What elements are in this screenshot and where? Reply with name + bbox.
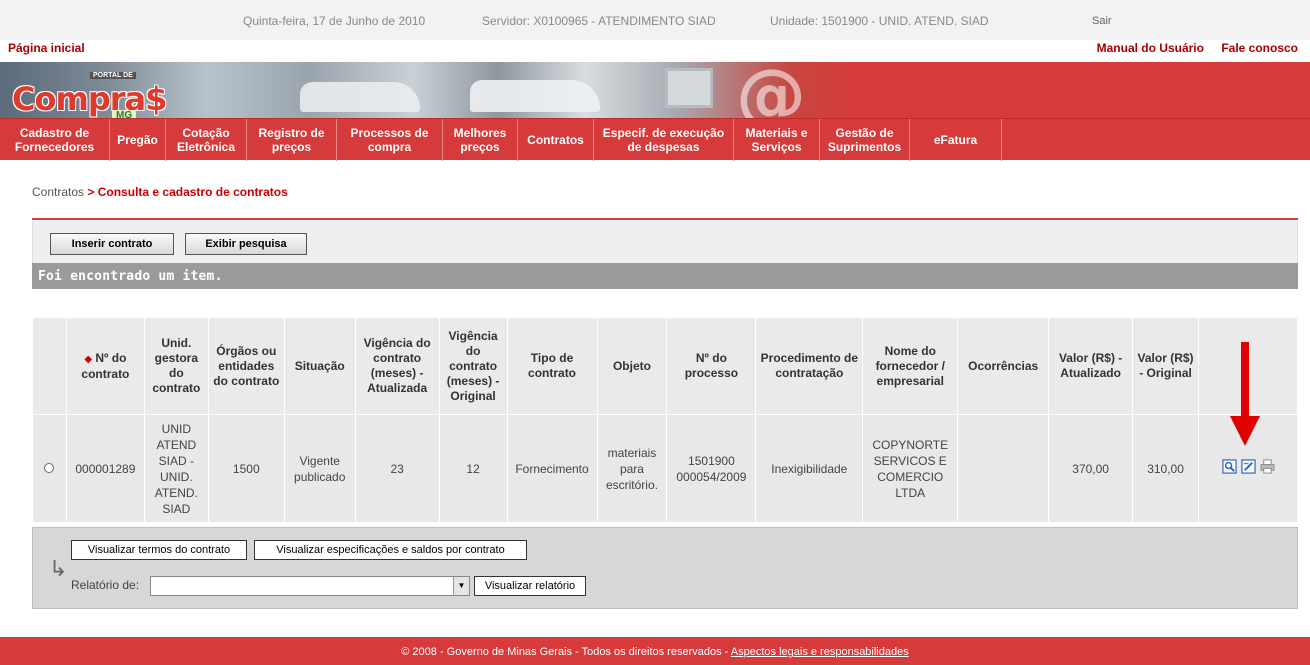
logo-state: MG bbox=[112, 110, 137, 118]
legal-link[interactable]: Aspectos legais e responsabilidades bbox=[731, 646, 909, 658]
monitor-image bbox=[665, 68, 713, 108]
logo-name: Compra$ bbox=[12, 80, 167, 118]
menu-registro-precos[interactable]: Registro de preços bbox=[247, 119, 337, 161]
action-bar: Inserir contrato Exibir pesquisa bbox=[32, 221, 1298, 263]
row-select-radio[interactable] bbox=[44, 462, 55, 473]
divider-line bbox=[32, 218, 1298, 220]
insert-contract-button[interactable]: Inserir contrato bbox=[50, 233, 174, 255]
cell-object: materiais para escritório. bbox=[596, 414, 668, 523]
current-date: Quinta-feira, 17 de Junho de 2010 bbox=[243, 14, 426, 28]
column-header-supplier: Nome do fornecedor / empresarial bbox=[862, 317, 959, 415]
select-column-header bbox=[32, 317, 67, 415]
main-menu: Cadastro de Fornecedores Pregão Cotação El… bbox=[0, 118, 1310, 161]
cell-organs: 1500 bbox=[207, 414, 285, 523]
header-banner: @ PORTAL DE Compra$ MG bbox=[0, 62, 1310, 118]
cell-value-updated: 370,00 bbox=[1048, 414, 1134, 523]
menu-cadastro-fornecedores[interactable]: Cadastro de Fornecedores bbox=[0, 119, 110, 161]
breadcrumb-separator: > bbox=[87, 185, 95, 199]
menu-pregao[interactable]: Pregão bbox=[110, 119, 166, 161]
cell-vigencia-atualizada: 23 bbox=[354, 414, 440, 523]
footer-text: © 2008 - Governo de Minas Gerais - Todos… bbox=[401, 646, 731, 658]
column-header-occurrences: Ocorrências bbox=[957, 317, 1050, 415]
logout-link[interactable]: Sair bbox=[1092, 15, 1112, 27]
menu-materiais-servicos[interactable]: Materiais e Serviços bbox=[734, 119, 820, 161]
header-links: Manual do Usuário Fale conosco bbox=[1083, 41, 1298, 55]
portal-logo[interactable]: PORTAL DE Compra$ MG bbox=[8, 70, 168, 118]
menu-gestao-suprimentos[interactable]: Gestão de Suprimentos bbox=[820, 119, 910, 161]
contact-link[interactable]: Fale conosco bbox=[1221, 41, 1298, 55]
report-label: Relatório de: bbox=[71, 578, 140, 592]
view-specifications-button[interactable]: Visualizar especificações e saldos por c… bbox=[254, 540, 527, 560]
menu-melhores-precos[interactable]: Melhores preços bbox=[443, 119, 518, 161]
view-icon[interactable] bbox=[1221, 459, 1237, 474]
contract-actions-panel: ↳ Visualizar termos do contrato Visualiz… bbox=[32, 527, 1298, 609]
column-header-vigencia-original: Vigência do contrato (meses) - Original bbox=[438, 317, 508, 415]
menu-efatura[interactable]: eFatura bbox=[910, 119, 1002, 161]
result-count-bar: Foi encontrado um item. bbox=[32, 263, 1298, 289]
unit-info: Unidade: 1501900 - UNID. ATEND. SIAD bbox=[770, 14, 989, 28]
car-image bbox=[470, 80, 600, 112]
report-select[interactable]: ▼ bbox=[150, 576, 470, 596]
cell-supplier: COPYNORTE SERVICOS E COMERCIO LTDA bbox=[862, 414, 959, 523]
menu-especif-execucao[interactable]: Especif. de execução de despesas bbox=[594, 119, 734, 161]
column-header-object: Objeto bbox=[596, 317, 668, 415]
cell-status: Vigente publicado bbox=[283, 414, 356, 523]
column-header-organs: Órgãos ou entidades do contrato bbox=[207, 317, 285, 415]
car-image bbox=[300, 82, 420, 112]
menu-contratos[interactable]: Contratos bbox=[518, 119, 594, 161]
server-info: Servidor: X0100965 - ATENDIMENTO SIAD bbox=[482, 14, 716, 28]
cell-unit: UNID ATEND SIAD - UNID. ATEND. SIAD bbox=[143, 414, 209, 523]
logo-portal-text: PORTAL DE bbox=[90, 72, 136, 79]
edit-icon[interactable] bbox=[1240, 459, 1256, 474]
show-search-button[interactable]: Exibir pesquisa bbox=[185, 233, 307, 255]
column-header-type: Tipo de contrato bbox=[506, 317, 598, 415]
cell-vigencia-original: 12 bbox=[438, 414, 508, 523]
view-report-button[interactable]: Visualizar relatório bbox=[474, 576, 586, 596]
cell-procedure: Inexigibilidade bbox=[755, 414, 864, 523]
chevron-down-icon[interactable]: ▼ bbox=[453, 577, 469, 595]
row-select-cell bbox=[32, 414, 67, 523]
cell-process: 1501900 000054/2009 bbox=[666, 414, 757, 523]
table-header-row: ◆ Nº do contrato Unid. gestora do contra… bbox=[32, 317, 1298, 415]
cell-value-original: 310,00 bbox=[1132, 414, 1200, 523]
column-header-value-updated: Valor (R$) - Atualizado bbox=[1048, 317, 1134, 415]
return-arrow-icon: ↳ bbox=[49, 556, 68, 581]
home-link[interactable]: Página inicial bbox=[8, 41, 85, 55]
menu-processos-compra[interactable]: Processos de compra bbox=[337, 119, 443, 161]
print-icon[interactable] bbox=[1259, 459, 1275, 474]
sort-icon[interactable]: ◆ bbox=[84, 354, 92, 365]
cell-occurrences bbox=[957, 414, 1050, 523]
column-header-procedure: Procedimento de contratação bbox=[755, 317, 864, 415]
column-header-vigencia-atualizada: Vigência do contrato (meses) - Atualizad… bbox=[354, 317, 440, 415]
cell-type: Fornecimento bbox=[506, 414, 598, 523]
top-info-bar: Quinta-feira, 17 de Junho de 2010 Servid… bbox=[0, 0, 1310, 40]
annotation-arrow-icon bbox=[1230, 342, 1260, 446]
manual-link[interactable]: Manual do Usuário bbox=[1097, 41, 1204, 55]
menu-cotacao-eletronica[interactable]: Cotação Eletrônica bbox=[166, 119, 247, 161]
column-header-contract-no[interactable]: ◆ Nº do contrato bbox=[65, 317, 145, 415]
breadcrumb: Contratos > Consulta e cadastro de contr… bbox=[32, 185, 288, 199]
breadcrumb-current: Consulta e cadastro de contratos bbox=[97, 185, 288, 199]
column-header-value-original: Valor (R$) - Original bbox=[1132, 317, 1200, 415]
view-contract-terms-button[interactable]: Visualizar termos do contrato bbox=[71, 540, 247, 560]
breadcrumb-parent[interactable]: Contratos bbox=[32, 185, 84, 199]
column-header-unit: Unid. gestora do contrato bbox=[143, 317, 209, 415]
table-row: 000001289 UNID ATEND SIAD - UNID. ATEND.… bbox=[32, 414, 1298, 523]
at-symbol-image: @ bbox=[736, 62, 806, 118]
cell-contract-no: 000001289 bbox=[65, 414, 145, 523]
column-header-status: Situação bbox=[283, 317, 356, 415]
column-header-process: Nº do processo bbox=[666, 317, 757, 415]
contracts-table: ◆ Nº do contrato Unid. gestora do contra… bbox=[32, 317, 1298, 523]
footer: © 2008 - Governo de Minas Gerais - Todos… bbox=[0, 637, 1310, 665]
